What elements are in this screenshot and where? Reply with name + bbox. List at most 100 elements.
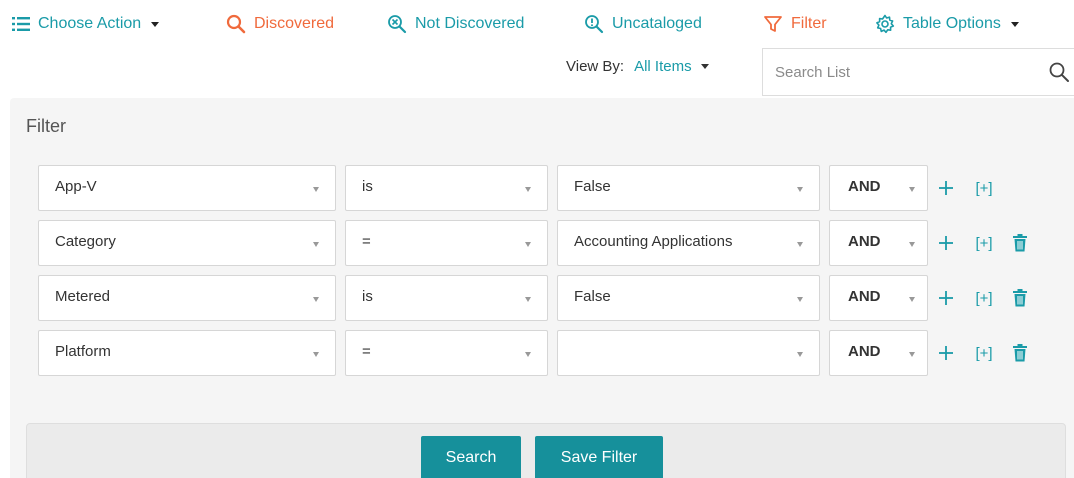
chevron-down-icon (313, 297, 319, 302)
row-actions: [+] (934, 231, 1030, 255)
filter-title: Filter (26, 116, 66, 136)
add-group-button[interactable]: [+] (972, 176, 996, 200)
operator-select-value: is (362, 288, 373, 305)
discovered-label: Discovered (254, 15, 335, 32)
chevron-down-icon (525, 297, 531, 302)
field-select-value: Metered (55, 288, 111, 305)
plus-icon (939, 236, 953, 250)
conjunction-select-value: AND (848, 178, 881, 195)
delete-row-button[interactable] (1010, 341, 1030, 365)
operator-select-value: = (362, 233, 371, 250)
conjunction-select-value: AND (848, 343, 881, 360)
search-list-input[interactable] (775, 60, 1035, 84)
choose-action-label: Choose Action (38, 15, 142, 32)
chevron-down-icon (525, 352, 531, 357)
uncataloged-button[interactable]: Uncataloged (584, 12, 702, 36)
conjunction-select-value: AND (848, 233, 881, 250)
save-filter-button[interactable]: Save Filter (535, 436, 663, 478)
chevron-down-icon (525, 187, 531, 192)
field-select-value: Platform (55, 343, 111, 360)
choose-action-menu[interactable]: Choose Action (12, 12, 160, 36)
funnel-icon (763, 14, 783, 34)
toolbar: Choose Action Discovered Not Discovered … (0, 0, 1074, 46)
field-select[interactable]: Platform (38, 330, 336, 376)
chevron-down-icon (909, 352, 915, 357)
chevron-down-icon (313, 187, 319, 192)
search-icon[interactable] (1048, 61, 1070, 87)
operator-select[interactable]: is (345, 275, 548, 321)
search-info-icon (584, 14, 604, 34)
discovered-button[interactable]: Discovered (226, 12, 334, 36)
trash-icon (1013, 344, 1027, 362)
row-actions: [+] (934, 341, 1030, 365)
operator-select[interactable]: is (345, 165, 548, 211)
filter-row: Platform = AND [+] (38, 330, 1038, 376)
field-select[interactable]: Category (38, 220, 336, 266)
view-by-value: All Items (634, 58, 692, 75)
operator-select[interactable]: = (345, 220, 548, 266)
uncataloged-label: Uncataloged (612, 15, 702, 32)
chevron-down-icon (909, 242, 915, 247)
table-options-menu[interactable]: Table Options (875, 12, 1019, 36)
list-icon (12, 17, 30, 31)
chevron-down-icon (909, 187, 915, 192)
filter-row: Metered is False AND [+] (38, 275, 1038, 321)
conjunction-select[interactable]: AND (829, 220, 928, 266)
filter-panel: Filter App-V is False AND [+] Category = Accoun… (10, 98, 1074, 478)
chevron-down-icon (1010, 21, 1019, 27)
view-by: View By: All Items (566, 58, 709, 75)
chevron-down-icon (797, 242, 803, 247)
delete-row-button[interactable] (1010, 231, 1030, 255)
delete-row-button[interactable] (1010, 286, 1030, 310)
field-select-value: Category (55, 233, 116, 250)
operator-select[interactable]: = (345, 330, 548, 376)
value-select-value: Accounting Applications (574, 233, 733, 250)
filter-footer: Search Save Filter (26, 423, 1066, 478)
view-by-label: View By: (566, 58, 625, 75)
value-select[interactable] (557, 330, 820, 376)
trash-icon (1013, 289, 1027, 307)
value-select-value: False (574, 288, 611, 305)
chevron-down-icon (525, 242, 531, 247)
conjunction-select[interactable]: AND (829, 330, 928, 376)
row-actions: [+] (934, 286, 1030, 310)
conjunction-select[interactable]: AND (829, 275, 928, 321)
trash-icon (1013, 234, 1027, 252)
view-by-dropdown[interactable]: All Items (634, 58, 709, 75)
search-list-box (762, 48, 1074, 96)
add-group-button[interactable]: [+] (972, 286, 996, 310)
table-options-label: Table Options (903, 15, 1001, 32)
plus-icon (939, 291, 953, 305)
chevron-down-icon (700, 64, 709, 69)
value-select[interactable]: False (557, 275, 820, 321)
not-discovered-label: Not Discovered (415, 15, 525, 32)
search-button[interactable]: Search (421, 436, 521, 478)
add-condition-button[interactable] (934, 286, 958, 310)
chevron-down-icon (797, 187, 803, 192)
add-condition-button[interactable] (934, 231, 958, 255)
add-condition-button[interactable] (934, 341, 958, 365)
chevron-down-icon (797, 297, 803, 302)
value-select-value: False (574, 178, 611, 195)
value-select[interactable]: False (557, 165, 820, 211)
filter-row: Category = Accounting Applications AND [+] (38, 220, 1038, 266)
field-select[interactable]: App-V (38, 165, 336, 211)
chevron-down-icon (151, 21, 160, 27)
field-select[interactable]: Metered (38, 275, 336, 321)
chevron-down-icon (909, 297, 915, 302)
row-actions: [+] (934, 176, 1010, 200)
add-condition-button[interactable] (934, 176, 958, 200)
plus-icon (939, 346, 953, 360)
filter-row: App-V is False AND [+] (38, 165, 1038, 211)
search-cancel-icon (387, 14, 407, 34)
add-group-button[interactable]: [+] (972, 341, 996, 365)
value-select[interactable]: Accounting Applications (557, 220, 820, 266)
operator-select-value: = (362, 343, 371, 360)
filter-label: Filter (791, 15, 827, 32)
chevron-down-icon (313, 242, 319, 247)
not-discovered-button[interactable]: Not Discovered (387, 12, 524, 36)
conjunction-select[interactable]: AND (829, 165, 928, 211)
add-group-button[interactable]: [+] (972, 231, 996, 255)
filter-button[interactable]: Filter (763, 12, 827, 36)
search-icon (226, 14, 246, 34)
